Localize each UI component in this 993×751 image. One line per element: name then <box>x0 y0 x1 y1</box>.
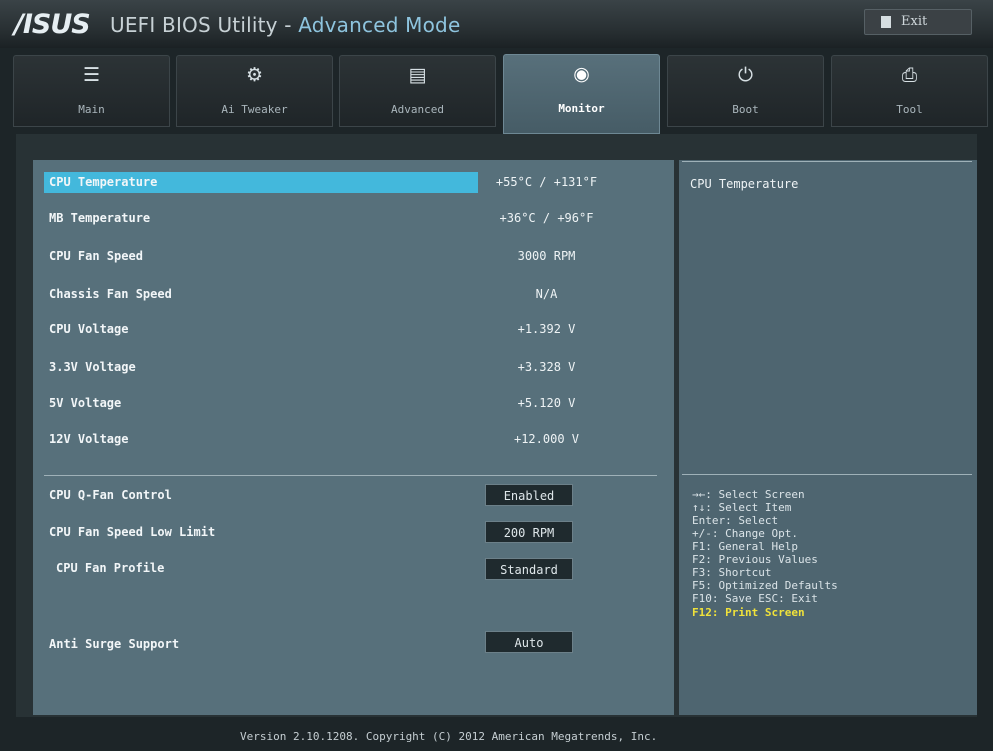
row-cpu-temperature-value: +55°C / +131°F <box>495 175 598 189</box>
window-title: UEFI BIOS Utility - Advanced Mode <box>110 13 460 37</box>
hotkey-save-exit: F10: Save ESC: Exit <box>692 592 818 605</box>
row-5v-voltage-label[interactable]: 5V Voltage <box>49 396 121 410</box>
tab-main-label: Main <box>78 103 105 116</box>
title-main: UEFI BIOS Utility - <box>110 13 299 37</box>
hotkey-shortcut: F3: Shortcut <box>692 566 772 579</box>
hotkey-select-screen: →←: Select Screen <box>692 488 805 501</box>
row-cpu-fan-speed-value: 3000 RPM <box>517 249 576 263</box>
row-3v3-voltage-value: +3.328 V <box>517 360 576 374</box>
hotkey-print-screen: F12: Print Screen <box>692 606 805 619</box>
tab-boot-label: Boot <box>732 103 759 116</box>
row-anti-surge-label[interactable]: Anti Surge Support <box>49 637 179 651</box>
printer-icon: ⎙ <box>901 64 918 86</box>
row-chassis-fan-speed-value: N/A <box>535 287 558 301</box>
row-mb-temperature-label[interactable]: MB Temperature <box>49 211 150 225</box>
row-cpu-fan-profile-label[interactable]: CPU Fan Profile <box>56 561 164 575</box>
title-accent: Advanced Mode <box>298 13 461 37</box>
monitor-icon: ◉ <box>573 63 590 85</box>
hotkey-select-item: ↑↓: Select Item <box>692 501 792 514</box>
asus-logo: /ISUS <box>14 9 91 40</box>
cpu-fan-low-limit-select[interactable]: 200 RPM <box>485 521 573 543</box>
advanced-icon: ▤ <box>408 64 427 86</box>
row-cpu-temperature-label[interactable]: CPU Temperature <box>49 175 157 189</box>
tab-ai-tweaker-label: Ai Tweaker <box>221 103 288 116</box>
hotkey-change-opt: +/-: Change Opt. <box>692 527 798 540</box>
cpu-fan-profile-select[interactable]: Standard <box>485 558 573 580</box>
bios-screen: /ISUS UEFI BIOS Utility - Advanced Mode … <box>0 0 993 751</box>
power-icon: ⏻ <box>737 64 754 86</box>
row-chassis-fan-speed-label[interactable]: Chassis Fan Speed <box>49 287 172 301</box>
row-cpu-fan-low-limit-label[interactable]: CPU Fan Speed Low Limit <box>49 525 215 539</box>
help-top-divider <box>682 161 972 162</box>
row-12v-voltage-value: +12.000 V <box>513 432 580 446</box>
tweak-icon: ⚙ <box>245 64 264 86</box>
cpu-qfan-control-select[interactable]: Enabled <box>485 484 573 506</box>
help-pane <box>679 160 977 715</box>
row-cpu-voltage-value: +1.392 V <box>517 322 576 336</box>
exit-icon <box>881 16 891 28</box>
hotkey-enter: Enter: Select <box>692 514 779 527</box>
anti-surge-select[interactable]: Auto <box>485 631 573 653</box>
tab-tool[interactable]: ⎙ Tool <box>831 55 988 127</box>
tab-ai-tweaker[interactable]: ⚙ Ai Tweaker <box>176 55 333 127</box>
exit-button[interactable]: Exit <box>864 9 972 35</box>
row-12v-voltage-label[interactable]: 12V Voltage <box>49 432 128 446</box>
list-icon: ☰ <box>82 64 101 86</box>
exit-label: Exit <box>901 14 928 29</box>
row-mb-temperature-value: +36°C / +96°F <box>499 211 594 225</box>
tab-monitor[interactable]: ◉ Monitor <box>503 54 660 134</box>
help-divider <box>682 474 972 475</box>
hotkey-optimized-defaults: F5: Optimized Defaults <box>692 579 838 592</box>
row-3v3-voltage-label[interactable]: 3.3V Voltage <box>49 360 136 374</box>
hotkey-previous-values: F2: Previous Values <box>692 553 818 566</box>
section-divider <box>44 475 657 476</box>
tab-boot[interactable]: ⏻ Boot <box>667 55 824 127</box>
row-5v-voltage-value: +5.120 V <box>517 396 576 410</box>
row-cpu-voltage-label[interactable]: CPU Voltage <box>49 322 128 336</box>
tab-advanced-label: Advanced <box>391 103 444 116</box>
hotkey-general-help: F1: General Help <box>692 540 798 553</box>
help-title: CPU Temperature <box>690 177 799 191</box>
tab-monitor-label: Monitor <box>558 102 605 115</box>
footer-version: Version 2.10.1208. Copyright (C) 2012 Am… <box>240 730 658 743</box>
tab-main[interactable]: ☰ Main <box>13 55 170 127</box>
tab-tool-label: Tool <box>896 103 923 116</box>
row-cpu-qfan-control-label[interactable]: CPU Q-Fan Control <box>49 488 172 502</box>
row-cpu-fan-speed-label[interactable]: CPU Fan Speed <box>49 249 143 263</box>
tab-advanced[interactable]: ▤ Advanced <box>339 55 496 127</box>
title-bar: /ISUS UEFI BIOS Utility - Advanced Mode … <box>0 0 993 48</box>
